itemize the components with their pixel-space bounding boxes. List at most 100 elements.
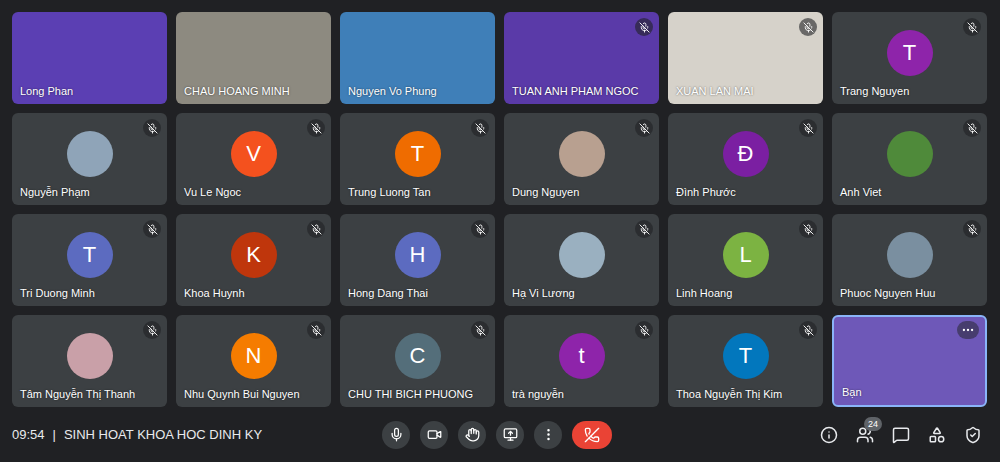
participant-name: TUAN ANH PHAM NGOC bbox=[512, 85, 639, 97]
participant-tile[interactable]: TThoa Nguyễn Thị Kim bbox=[668, 315, 823, 407]
shield-icon bbox=[964, 426, 982, 444]
more-icon bbox=[541, 427, 556, 442]
separator: | bbox=[53, 427, 56, 442]
mic-off-icon bbox=[471, 321, 489, 339]
mic-icon bbox=[389, 427, 404, 442]
camera-icon bbox=[427, 427, 442, 442]
participant-name: Trang Nguyen bbox=[840, 85, 909, 97]
present-icon bbox=[503, 427, 518, 442]
hand-icon bbox=[465, 427, 480, 442]
avatar: T bbox=[67, 232, 113, 278]
mic-off-icon bbox=[307, 321, 325, 339]
participant-name: Khoa Huynh bbox=[184, 287, 245, 299]
mic-off-icon bbox=[143, 119, 161, 137]
mic-off-icon bbox=[143, 321, 161, 339]
meet-window: Long Phan CHAU HOANG MINH Nguyen Vo Phung T… bbox=[0, 0, 1000, 462]
participant-name: CHAU HOANG MINH bbox=[184, 85, 290, 97]
avatar-photo bbox=[559, 232, 605, 278]
participant-tile[interactable]: t trà nguyễn bbox=[504, 315, 659, 407]
meeting-title: SINH HOAT KHOA HOC DINH KY bbox=[64, 427, 262, 442]
avatar-photo bbox=[67, 131, 113, 177]
info-button[interactable] bbox=[820, 426, 838, 444]
participant-tile[interactable]: Nguyen Vo Phung bbox=[340, 12, 495, 104]
participant-name: Nhu Quynh Bui Nguyen bbox=[184, 388, 300, 400]
participant-tile[interactable]: Tâm Nguyễn Thị Thanh bbox=[12, 315, 167, 407]
participant-tile[interactable]: CHAU HOANG MINH bbox=[176, 12, 331, 104]
raise-hand-button[interactable] bbox=[458, 421, 486, 449]
avatar: t bbox=[559, 333, 605, 379]
mic-off-icon bbox=[307, 119, 325, 137]
avatar-photo bbox=[887, 232, 933, 278]
host-controls-button[interactable] bbox=[964, 426, 982, 444]
participant-tile[interactable]: Hạ Vi Lương bbox=[504, 214, 659, 306]
participant-tile[interactable]: Long Phan bbox=[12, 12, 167, 104]
hang-up-icon bbox=[584, 427, 600, 443]
present-button[interactable] bbox=[496, 421, 524, 449]
participant-tile[interactable]: XUAN LAN MAI bbox=[668, 12, 823, 104]
participant-name: CHU THI BICH PHUONG bbox=[348, 388, 473, 400]
participant-tile[interactable]: Nguyễn Phạm bbox=[12, 113, 167, 205]
avatar-photo bbox=[559, 131, 605, 177]
info-icon bbox=[820, 426, 838, 444]
participant-name: Vu Le Ngoc bbox=[184, 186, 241, 198]
avatar: L bbox=[723, 232, 769, 278]
mic-off-icon bbox=[799, 119, 817, 137]
mic-off-icon bbox=[963, 119, 981, 137]
mic-off-icon bbox=[307, 220, 325, 238]
avatar: K bbox=[231, 232, 277, 278]
camera-button[interactable] bbox=[420, 421, 448, 449]
mic-off-icon bbox=[799, 321, 817, 339]
mic-off-icon bbox=[471, 119, 489, 137]
mic-off-icon bbox=[471, 220, 489, 238]
side-controls: 24 bbox=[612, 426, 988, 444]
mic-off-icon bbox=[963, 220, 981, 238]
participant-grid: Long Phan CHAU HOANG MINH Nguyen Vo Phung T… bbox=[0, 0, 1000, 407]
participant-name: Anh Viet bbox=[840, 186, 881, 198]
participant-name: Bạn bbox=[842, 386, 862, 398]
participant-tile[interactable]: V Vu Le Ngoc bbox=[176, 113, 331, 205]
participant-name: Nguyễn Phạm bbox=[20, 186, 90, 198]
participant-tile[interactable]: T Tri Duong Minh bbox=[12, 214, 167, 306]
participant-name: trà nguyễn bbox=[512, 388, 564, 400]
leave-call-button[interactable] bbox=[572, 421, 612, 449]
participant-tile[interactable]: Anh Viet bbox=[832, 113, 987, 205]
participant-tile[interactable]: Dung Nguyen bbox=[504, 113, 659, 205]
call-controls bbox=[382, 421, 612, 449]
participant-tile[interactable]: TTrang Nguyen bbox=[832, 12, 987, 104]
control-bar: 09:54|SINH HOAT KHOA HOC DINH KY24 bbox=[0, 407, 1000, 462]
avatar: T bbox=[395, 131, 441, 177]
avatar: Đ bbox=[723, 131, 769, 177]
more-button[interactable] bbox=[534, 421, 562, 449]
people-button[interactable]: 24 bbox=[856, 426, 874, 444]
chat-button[interactable] bbox=[892, 426, 910, 444]
participant-tile[interactable]: HHong Dang Thai bbox=[340, 214, 495, 306]
participant-tile[interactable]: T Trung Luong Tan bbox=[340, 113, 495, 205]
participant-tile[interactable]: LLinh Hoang bbox=[668, 214, 823, 306]
mic-off-icon bbox=[799, 18, 817, 36]
mic-button[interactable] bbox=[382, 421, 410, 449]
avatar: V bbox=[231, 131, 277, 177]
participant-name: Thoa Nguyễn Thị Kim bbox=[676, 388, 782, 400]
participant-name: Tri Duong Minh bbox=[20, 287, 95, 299]
participant-name: Dung Nguyen bbox=[512, 186, 579, 198]
mic-off-icon bbox=[635, 321, 653, 339]
mic-off-icon bbox=[635, 119, 653, 137]
activities-button[interactable] bbox=[928, 426, 946, 444]
participant-tile[interactable]: TUAN ANH PHAM NGOC bbox=[504, 12, 659, 104]
avatar-photo bbox=[887, 131, 933, 177]
participant-tile[interactable]: K Khoa Huynh bbox=[176, 214, 331, 306]
participant-name: Tâm Nguyễn Thị Thanh bbox=[20, 388, 135, 400]
participant-name: Nguyen Vo Phung bbox=[348, 85, 437, 97]
more-options-icon[interactable] bbox=[957, 321, 979, 339]
participant-tile[interactable]: CCHU THI BICH PHUONG bbox=[340, 315, 495, 407]
participant-tile[interactable]: Phuoc Nguyen Huu bbox=[832, 214, 987, 306]
participant-tile[interactable]: Bạn bbox=[832, 315, 987, 407]
chat-icon bbox=[892, 426, 910, 444]
avatar-photo bbox=[67, 333, 113, 379]
mic-off-icon bbox=[143, 220, 161, 238]
participant-tile[interactable]: NNhu Quynh Bui Nguyen bbox=[176, 315, 331, 407]
participant-name: Phuoc Nguyen Huu bbox=[840, 287, 935, 299]
participant-tile[interactable]: ĐĐình Phước bbox=[668, 113, 823, 205]
participant-name: Trung Luong Tan bbox=[348, 186, 431, 198]
meeting-details: 09:54|SINH HOAT KHOA HOC DINH KY bbox=[12, 427, 382, 442]
